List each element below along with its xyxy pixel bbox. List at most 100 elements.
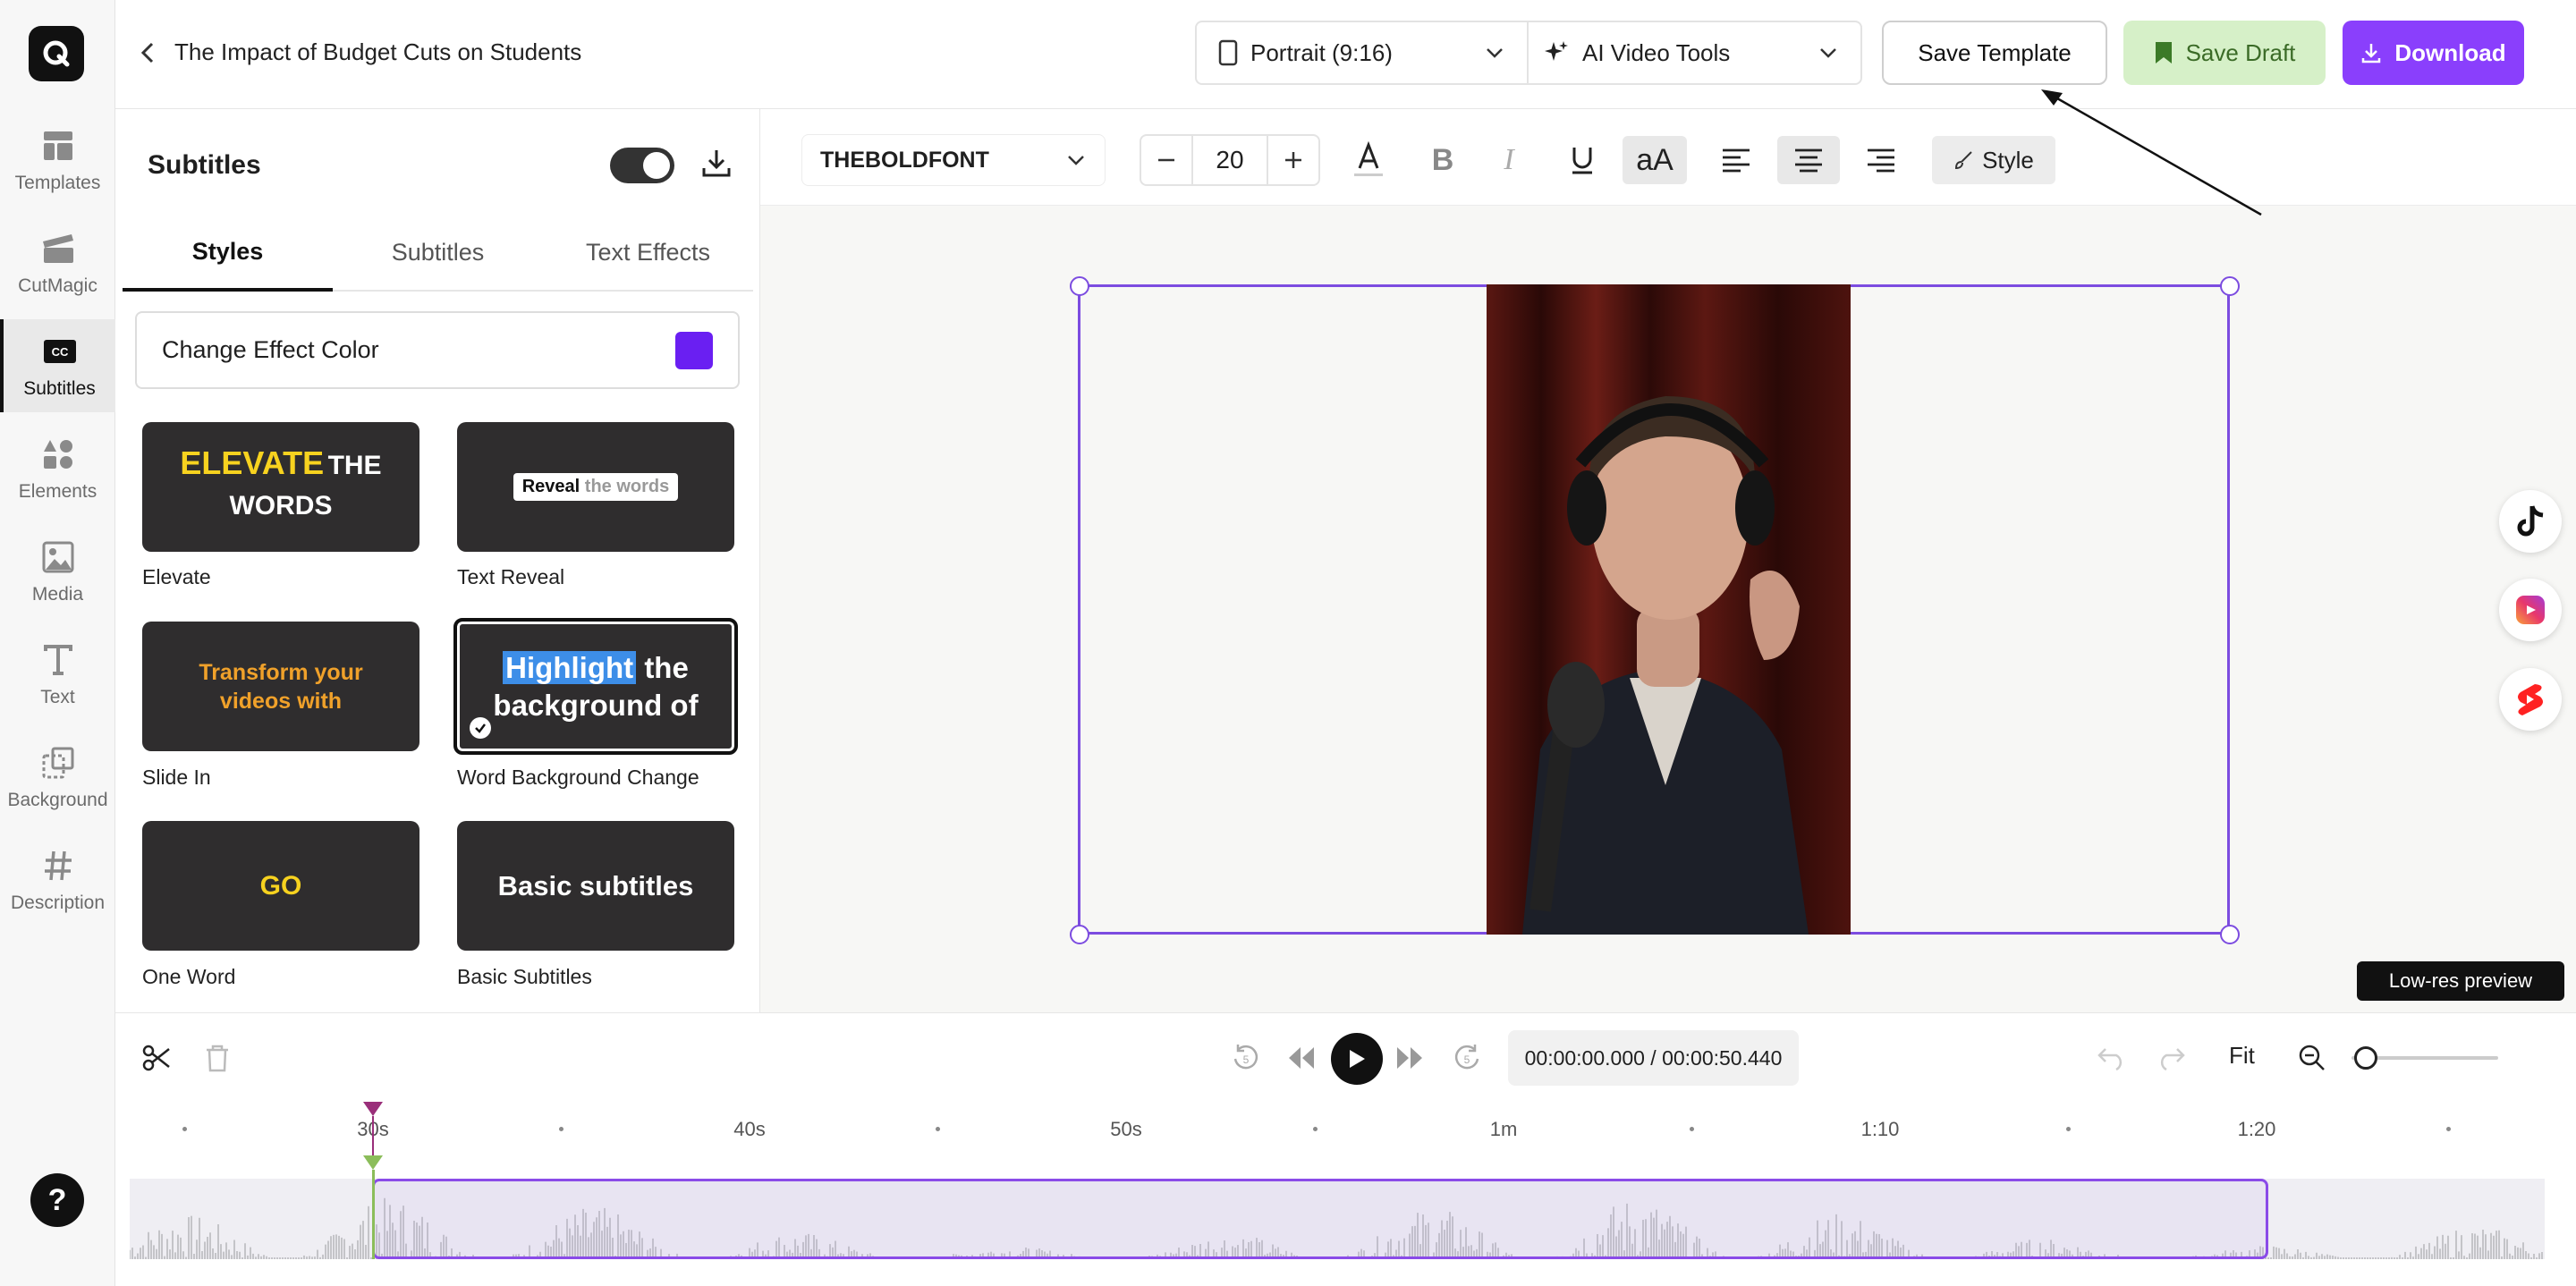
- timeline[interactable]: 30s 40s 50s 1m 1:10 1:20: [115, 1102, 2576, 1286]
- topbar-selects: Portrait (9:16) AI Video Tools: [1195, 21, 1862, 85]
- text-icon: [38, 640, 78, 680]
- play-icon: [1350, 1050, 1365, 1068]
- resize-handle-tl[interactable]: [1070, 276, 1089, 296]
- tab-text-effects[interactable]: Text Effects: [543, 215, 753, 290]
- skip-forward-icon[interactable]: [1395, 1045, 1424, 1070]
- rail-item-elements[interactable]: Elements: [0, 422, 115, 515]
- elevate-preview-a: ELEVATE: [180, 444, 325, 481]
- text-color-button[interactable]: [1343, 136, 1394, 184]
- download-button[interactable]: Download: [2343, 21, 2524, 85]
- project-title[interactable]: The Impact of Budget Cuts on Students: [174, 38, 581, 66]
- ai-tools-select[interactable]: AI Video Tools: [1529, 22, 1860, 83]
- text-case-button[interactable]: aA: [1623, 136, 1687, 184]
- save-template-button[interactable]: Save Template: [1882, 21, 2107, 85]
- style-card-text-reveal[interactable]: Reveal the words: [457, 422, 734, 552]
- video-preview[interactable]: [1487, 284, 1851, 935]
- tick-dot: [1690, 1127, 1694, 1131]
- font-size-input[interactable]: 20: [1193, 136, 1267, 184]
- effect-color-swatch[interactable]: [675, 331, 713, 369]
- underline-button[interactable]: [1558, 136, 1606, 184]
- selected-clip[interactable]: [372, 1179, 2268, 1259]
- annotation-arrow: [2021, 80, 2272, 224]
- aspect-ratio-select[interactable]: Portrait (9:16): [1197, 22, 1530, 83]
- change-effect-color[interactable]: Change Effect Color: [135, 311, 740, 389]
- style-name: Basic Subtitles: [457, 965, 592, 988]
- align-center-icon: [1795, 148, 1822, 173]
- rail-item-cutmagic[interactable]: CutMagic: [0, 216, 115, 309]
- download-icon: [2362, 44, 2381, 63]
- rail-item-media[interactable]: Media: [0, 525, 115, 618]
- background-icon: [38, 743, 78, 783]
- save-draft-button[interactable]: Save Draft: [2123, 21, 2326, 85]
- aspect-ratio-value: Portrait (9:16): [1250, 38, 1393, 66]
- hashtag-icon: [38, 846, 78, 885]
- rail-item-text[interactable]: Text: [0, 628, 115, 721]
- app-logo[interactable]: [29, 26, 84, 81]
- phone-icon: [1218, 39, 1238, 66]
- tick-dot: [936, 1127, 940, 1131]
- skip-back-icon[interactable]: [1287, 1045, 1316, 1070]
- resize-handle-tr[interactable]: [2220, 276, 2240, 296]
- style-card-one-word[interactable]: GO: [142, 821, 419, 951]
- trash-icon[interactable]: [205, 1044, 230, 1072]
- style-card-basic-subtitles[interactable]: Basic subtitles: [457, 821, 734, 951]
- shapes-icon: [38, 435, 78, 474]
- youtube-shorts-button[interactable]: [2499, 668, 2562, 731]
- rail-item-description[interactable]: Description: [0, 833, 115, 926]
- back-chevron-icon[interactable]: [135, 39, 162, 66]
- svg-text:5: 5: [1243, 1053, 1250, 1066]
- text-reveal-preview-a: Reveal: [521, 477, 580, 496]
- scissors-icon[interactable]: [142, 1044, 171, 1072]
- rail-item-subtitles[interactable]: CC Subtitles: [0, 319, 115, 412]
- style-card-elevate[interactable]: ELEVATE THE WORDS: [142, 422, 419, 552]
- decrease-size-button[interactable]: [1141, 136, 1193, 184]
- zoom-out-icon[interactable]: [2298, 1044, 2326, 1072]
- rail-item-background[interactable]: Background: [0, 731, 115, 824]
- rail-label: Elements: [18, 481, 97, 502]
- download-subtitles-icon[interactable]: [700, 147, 733, 179]
- slide-in-preview-a: Transform your: [199, 659, 363, 685]
- slide-in-preview: Transform your videos with: [199, 658, 362, 715]
- chevron-down-icon: [1068, 156, 1084, 165]
- style-card-word-background-change[interactable]: Highlight the background of: [453, 618, 738, 755]
- tab-styles[interactable]: Styles: [123, 215, 333, 292]
- tick-dot: [2446, 1127, 2451, 1131]
- fit-button[interactable]: Fit: [2229, 1042, 2255, 1070]
- resize-handle-br[interactable]: [2220, 925, 2240, 944]
- resize-handle-bl[interactable]: [1070, 925, 1089, 944]
- minus-icon: [1158, 158, 1174, 162]
- subtitles-toggle[interactable]: [610, 148, 674, 183]
- forward-5-icon[interactable]: 5: [1452, 1043, 1482, 1073]
- tick-dot: [2066, 1127, 2071, 1131]
- lowres-preview-badge: Low-res preview: [2357, 961, 2564, 1001]
- redo-icon[interactable]: [2156, 1045, 2186, 1070]
- zoom-slider-knob[interactable]: [2354, 1046, 2378, 1070]
- align-right-button[interactable]: [1857, 136, 1905, 184]
- slide-in-preview-b: videos with: [219, 688, 343, 714]
- rail-item-templates[interactable]: Templates: [0, 114, 115, 207]
- play-button[interactable]: [1331, 1033, 1383, 1085]
- zoom-slider[interactable]: [2351, 1046, 2498, 1070]
- selected-check-icon: [470, 717, 491, 739]
- font-select[interactable]: THEBOLDFONT: [801, 134, 1106, 186]
- tick-label: 1:10: [1860, 1118, 1900, 1140]
- help-button[interactable]: ?: [30, 1173, 84, 1227]
- rewind-5-icon[interactable]: 5: [1231, 1043, 1261, 1073]
- undo-icon[interactable]: [2097, 1045, 2127, 1070]
- tick-label: 50s: [1110, 1118, 1142, 1140]
- style-card-slide-in[interactable]: Transform your videos with: [142, 622, 419, 751]
- instagram-reels-button[interactable]: [2499, 579, 2562, 641]
- tiktok-button[interactable]: [2499, 490, 2562, 553]
- tab-subtitles[interactable]: Subtitles: [333, 215, 543, 290]
- increase-size-button[interactable]: [1267, 136, 1318, 184]
- save-draft-label: Save Draft: [2185, 38, 2296, 66]
- tick-label: 1m: [1489, 1118, 1518, 1140]
- brush-icon: [1955, 151, 1972, 170]
- align-center-button[interactable]: [1777, 136, 1840, 184]
- bold-button[interactable]: B: [1419, 136, 1467, 184]
- align-left-button[interactable]: [1712, 136, 1760, 184]
- basic-preview: Basic subtitles: [497, 869, 694, 901]
- left-rail: Templates CutMagic CC Subtitles Elements…: [0, 0, 115, 1286]
- elevate-preview-c: WORDS: [229, 491, 333, 520]
- italic-button[interactable]: I: [1485, 136, 1533, 184]
